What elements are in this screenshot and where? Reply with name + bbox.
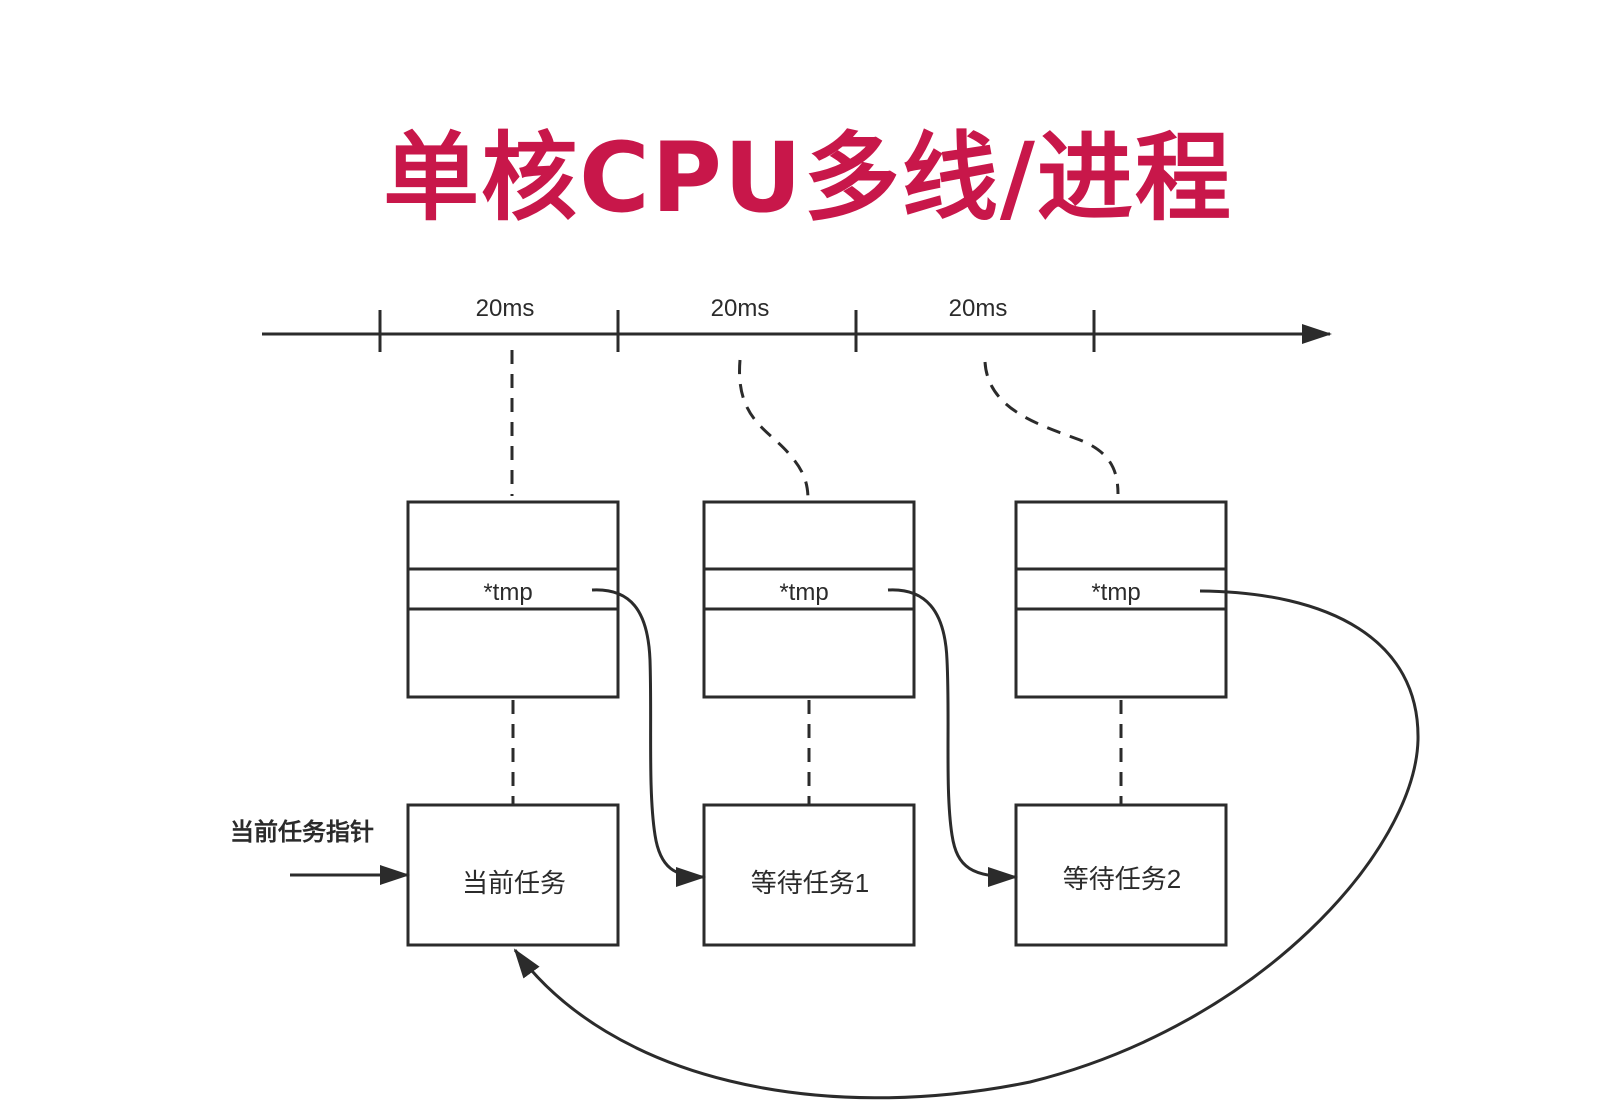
time-slice-label: 20ms <box>476 295 535 322</box>
tmp-pointer-field: *tmp <box>483 579 532 606</box>
tmp-pointer-field: *tmp <box>779 579 828 606</box>
task-label: 当前任务 <box>462 868 566 898</box>
time-slice-label: 20ms <box>711 295 770 322</box>
current-task-pointer-label: 当前任务指针 <box>230 818 374 846</box>
next-pointer-links <box>513 588 1420 1100</box>
time-slice-label: 20ms <box>949 295 1008 322</box>
time-slice-connectors <box>510 350 1120 501</box>
connector-dashed <box>738 359 810 501</box>
task-label: 等待任务1 <box>751 868 869 898</box>
tmp-pointer-field: *tmp <box>1091 579 1140 606</box>
task-label: 等待任务2 <box>1063 864 1181 894</box>
frame-task-connectors <box>511 700 1123 805</box>
timeline: 20ms 20ms 20ms <box>262 295 1332 352</box>
connector-dashed <box>983 361 1120 495</box>
task-scheduling-diagram: 20ms 20ms 20ms *tmp *tmp *tmp 当前任务 等待任务1… <box>230 295 1420 1100</box>
